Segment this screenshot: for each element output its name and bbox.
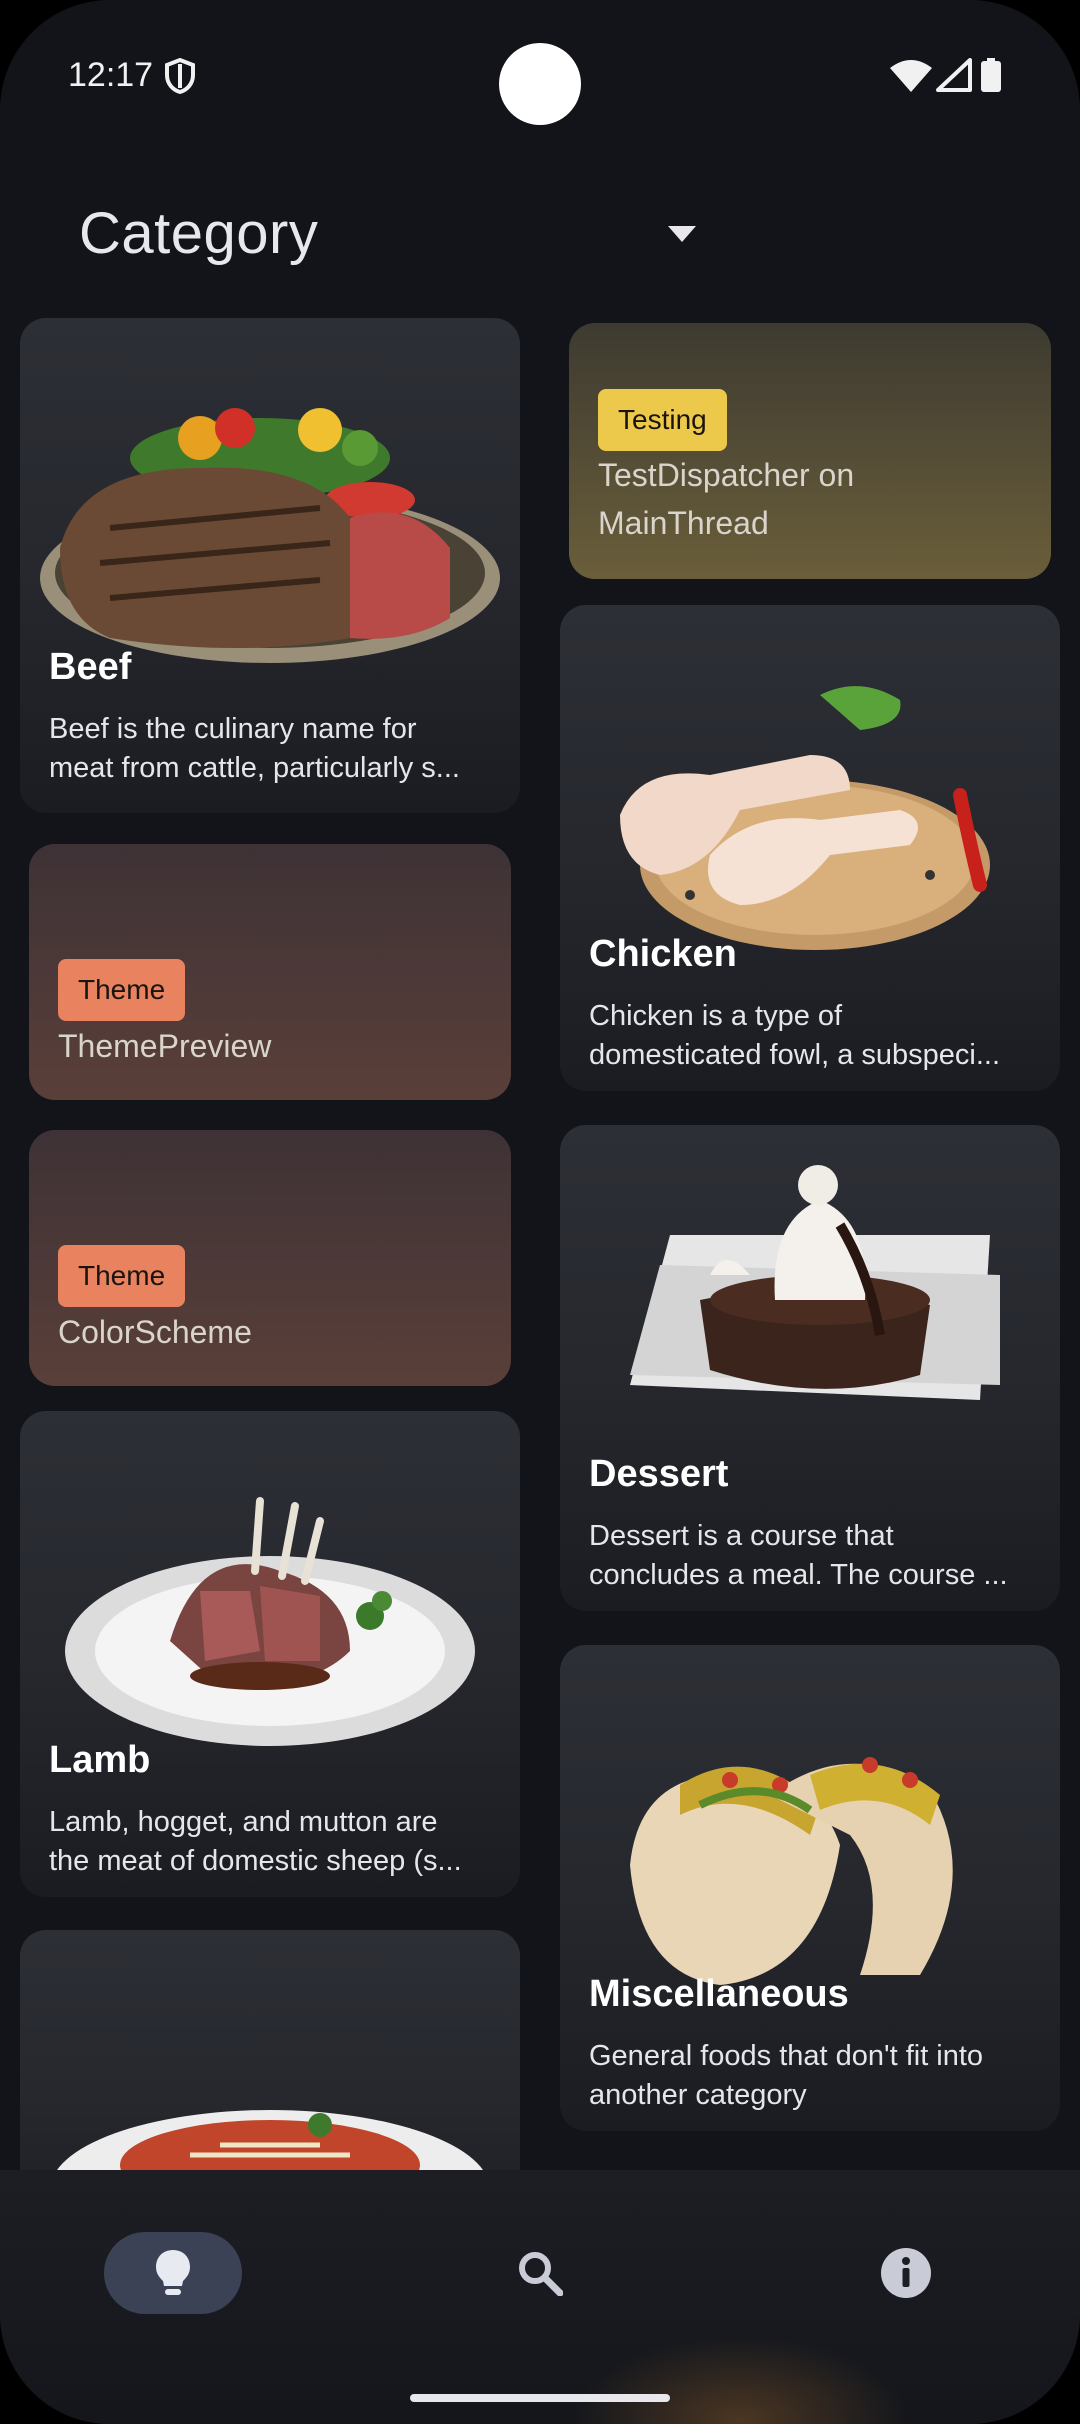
nav-search-button[interactable] [500,2232,580,2314]
nav-info-button[interactable] [866,2232,946,2314]
topic-card-themepreview[interactable]: Theme ThemePreview [29,844,511,1100]
bottom-navigation [0,2170,1080,2424]
topic-card-testdispatcher[interactable]: Testing TestDispatcher on MainThread [569,323,1051,579]
category-card-dessert[interactable]: Dessert Dessert is a course that conclud… [560,1125,1060,1611]
theme-badge: Theme [58,959,186,1021]
dessert-image [630,1165,1000,1400]
topic-title: ThemePreview [58,1028,272,1064]
topic-title: ColorScheme [58,1314,252,1350]
beef-image [40,408,500,663]
nav-ideas-button[interactable] [104,2232,242,2314]
shield-icon [165,58,195,94]
battery-icon [981,58,1001,92]
card-title: Miscellaneous [589,1973,849,2015]
topic-title: TestDispatcher on MainThread [598,457,855,541]
chicken-image [620,686,990,950]
signal-icon [936,58,972,92]
card-description: General foods that don't fit into anothe… [589,2040,984,2111]
card-title: Beef [49,646,132,688]
status-time: 12:17 [68,56,154,94]
camera-cutout [499,43,581,125]
app-screen: 12:17 Category Beef Beef is the culinary… [0,0,1080,2424]
status-bar: 12:17 [0,0,1080,150]
miscellaneous-image [630,1757,953,1985]
card-title: Lamb [49,1739,151,1781]
category-card-beef[interactable]: Beef Beef is the culinary name for meat … [20,318,520,813]
lamb-image [65,1497,475,1746]
card-title: Chicken [589,933,737,975]
search-icon [519,2252,563,2296]
category-card-lamb[interactable]: Lamb Lamb, hogget, and mutton are the me… [20,1411,520,1897]
category-selector[interactable]: Category [0,170,1080,300]
page-title: Category [79,201,319,266]
testing-badge: Testing [598,389,727,451]
category-card-miscellaneous[interactable]: Miscellaneous General foods that don't f… [560,1645,1060,2131]
card-title: Dessert [589,1453,729,1495]
card-description: Dessert is a course that concludes a mea… [589,1520,1008,1591]
dropdown-arrow-icon[interactable] [668,226,696,242]
card-description: Chicken is a type of domesticated fowl, … [589,1000,1001,1071]
info-icon [881,2248,931,2298]
gesture-handle[interactable] [410,2394,670,2402]
theme-badge: Theme [58,1245,186,1307]
category-card-chicken[interactable]: Chicken Chicken is a type of domesticate… [560,605,1060,1091]
wifi-icon [890,60,932,92]
lightbulb-icon [156,2250,190,2295]
topic-card-colorscheme[interactable]: Theme ColorScheme [29,1130,511,1386]
card-description: Lamb, hogget, and mutton are the meat of… [49,1806,462,1877]
card-description: Beef is the culinary name for meat from … [49,713,460,784]
